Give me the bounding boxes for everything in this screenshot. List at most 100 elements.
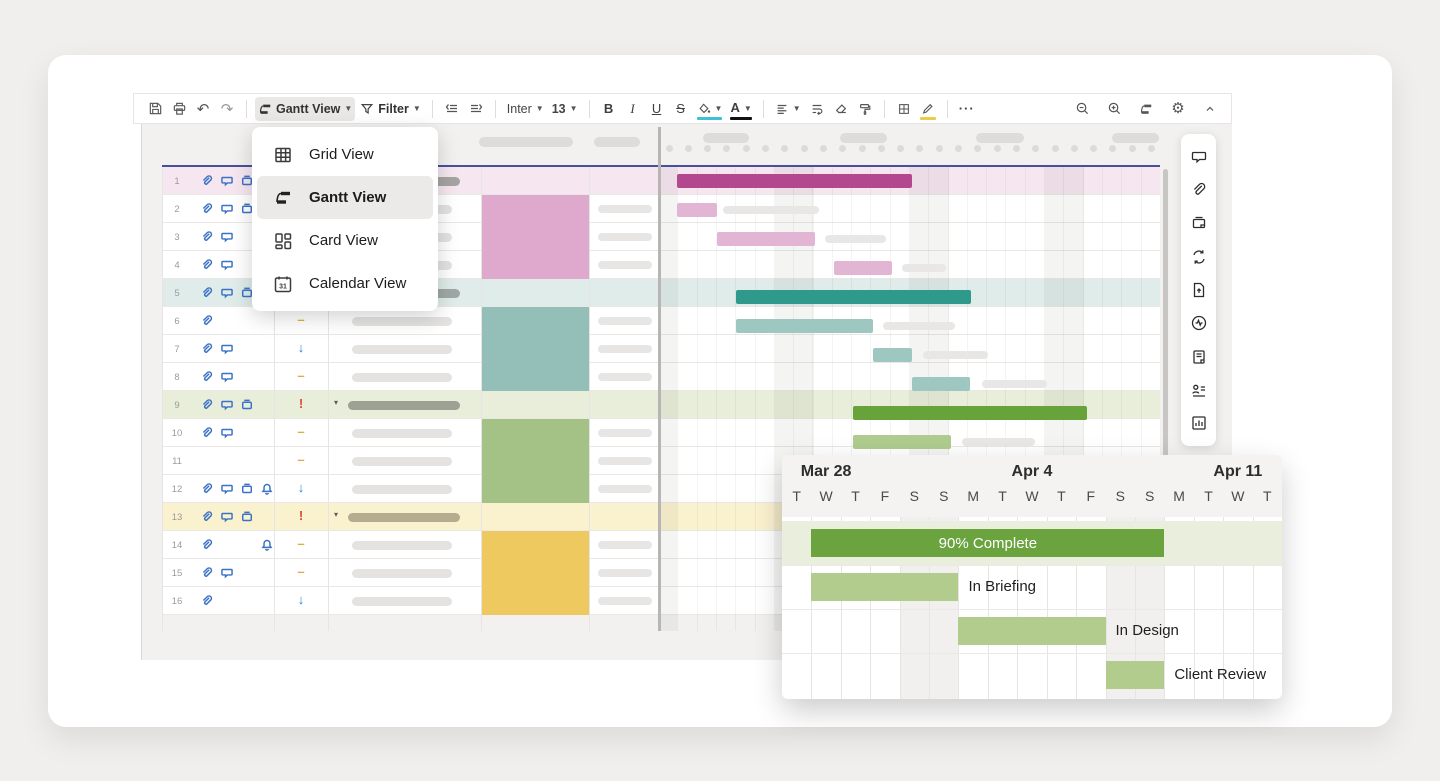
attachment-icon[interactable] [200,566,214,580]
gantt-bar[interactable] [736,319,873,333]
vertical-scrollbar[interactable] [1163,169,1168,464]
proofs-button[interactable] [1188,212,1210,234]
menu-item-card-view[interactable]: Card View [257,219,433,262]
italic-button[interactable]: I [622,97,644,121]
comment-icon[interactable] [220,174,234,188]
comment-icon[interactable] [220,510,234,524]
zoom-in-button[interactable] [1103,97,1125,121]
borders-button[interactable] [893,97,915,121]
view-dropdown-button[interactable]: Gantt View ▼ [255,97,355,121]
chevron-up-icon [1204,103,1216,115]
attachment-icon[interactable] [200,482,214,496]
font-size-select[interactable]: 13 ▼ [549,97,581,121]
attachment-icon[interactable] [200,258,214,272]
callout-bar-label: Client Review [1174,661,1266,689]
comment-icon[interactable] [220,370,234,384]
attachment-icon[interactable] [200,202,214,216]
comment-icon[interactable] [220,202,234,216]
bell-icon[interactable] [260,482,274,496]
filter-button[interactable]: Filter ▼ [357,97,423,121]
format-painter-button[interactable] [854,97,876,121]
text-color-button[interactable]: A ▼ [727,97,754,121]
attachment-icon[interactable] [200,174,214,188]
menu-item-grid-view[interactable]: Grid View [257,133,433,176]
gantt-settings-button[interactable] [1135,97,1157,121]
comment-icon[interactable] [220,230,234,244]
print-button[interactable] [168,97,190,121]
gantt-bar[interactable] [834,261,892,275]
update-requests-button[interactable] [1188,246,1210,268]
undo-button[interactable]: ↶ [192,97,214,121]
strikethrough-button[interactable]: S [670,97,692,121]
attachment-icon[interactable] [200,594,214,608]
clear-format-button[interactable] [830,97,852,121]
collapse-arrow-icon[interactable]: ▾ [334,398,338,407]
save-button[interactable] [144,97,166,121]
gantt-day-dot [685,145,692,152]
gantt-bar[interactable] [677,174,912,188]
underline-button[interactable]: U [646,97,668,121]
gantt-bar[interactable] [853,406,1087,420]
indent-icon [468,102,484,116]
grid-gantt-divider[interactable] [658,127,661,631]
indent-button[interactable] [465,97,487,121]
publish-button[interactable] [1188,279,1210,301]
cell-placeholder [598,261,652,269]
menu-item-calendar-view[interactable]: 31 Calendar View [257,262,433,305]
settings-button[interactable]: ⚙ [1167,97,1189,121]
bell-icon[interactable] [260,538,274,552]
charts-button[interactable] [1188,412,1210,434]
cell-placeholder [598,233,652,241]
contacts-button[interactable] [1188,379,1210,401]
fill-color-button[interactable]: ▼ [694,97,726,121]
zoom-out-button[interactable] [1071,97,1093,121]
gantt-bar[interactable] [853,435,951,449]
more-button[interactable]: ··· [956,97,978,121]
collapse-arrow-icon[interactable]: ▾ [334,510,338,519]
proof-icon[interactable] [240,398,254,412]
align-button[interactable]: ▼ [772,97,804,121]
gantt-bar[interactable] [736,290,971,304]
proof-icon[interactable] [240,510,254,524]
attachments-button[interactable] [1188,179,1210,201]
outdent-button[interactable] [441,97,463,121]
bold-button[interactable]: B [598,97,620,121]
gantt-bar[interactable] [677,203,717,217]
comment-icon[interactable] [220,398,234,412]
attachment-icon[interactable] [200,426,214,440]
gantt-bar[interactable] [873,348,912,362]
column-header-placeholder [479,137,573,147]
comment-icon[interactable] [220,342,234,356]
comment-icon[interactable] [220,426,234,440]
gantt-placeholder-pill [902,264,946,272]
activity-log-button[interactable] [1188,312,1210,334]
attachment-icon[interactable] [200,314,214,328]
proof-icon[interactable] [240,482,254,496]
comment-icon[interactable] [220,258,234,272]
attachment-icon[interactable] [200,230,214,244]
comment-icon[interactable] [220,482,234,496]
attachment-icon[interactable] [200,538,214,552]
summary-button[interactable] [1188,346,1210,368]
callout-bar-label: In Briefing [968,573,1036,601]
view-menu: Grid View Gantt View Card View 31 Calend… [252,127,438,311]
callout-day-label: M [967,488,979,504]
attachment-icon[interactable] [200,510,214,524]
redo-button[interactable]: ↷ [216,97,238,121]
attachment-icon[interactable] [200,370,214,384]
comment-icon[interactable] [220,566,234,580]
collapse-toolbar-button[interactable] [1199,97,1221,121]
font-family-select[interactable]: Inter ▼ [504,97,547,121]
grid-view-icon [273,145,293,165]
gantt-day-dot [666,145,673,152]
attachment-icon[interactable] [200,286,214,300]
menu-item-gantt-view[interactable]: Gantt View [257,176,433,219]
attachment-icon[interactable] [200,398,214,412]
gantt-bar[interactable] [912,377,970,391]
highlight-button[interactable] [917,97,939,121]
gantt-bar[interactable] [717,232,815,246]
comment-icon[interactable] [220,286,234,300]
comments-button[interactable] [1188,146,1210,168]
wrap-text-button[interactable] [806,97,828,121]
attachment-icon[interactable] [200,342,214,356]
